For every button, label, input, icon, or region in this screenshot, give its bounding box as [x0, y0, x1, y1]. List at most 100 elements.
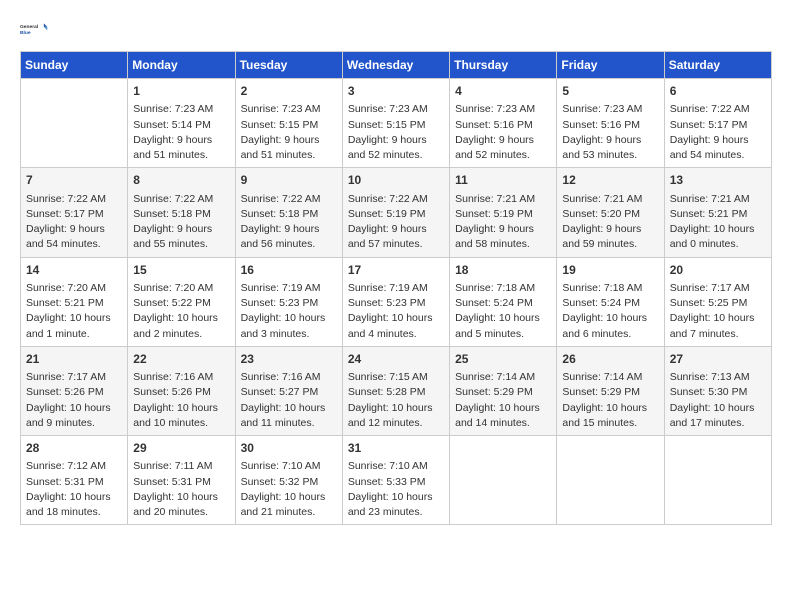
- calendar-cell: 21 Sunrise: 7:17 AM Sunset: 5:26 PM Dayli…: [21, 346, 128, 435]
- calendar-cell: 19 Sunrise: 7:18 AM Sunset: 5:24 PM Dayli…: [557, 257, 664, 346]
- calendar-cell: 1 Sunrise: 7:23 AM Sunset: 5:14 PM Daylig…: [128, 79, 235, 168]
- day-number: 27: [670, 351, 766, 368]
- day-info: Sunrise: 7:21 AM Sunset: 5:20 PM Dayligh…: [562, 192, 658, 253]
- calendar-cell: 13 Sunrise: 7:21 AM Sunset: 5:21 PM Dayli…: [664, 168, 771, 257]
- day-info: Sunrise: 7:18 AM Sunset: 5:24 PM Dayligh…: [455, 281, 551, 342]
- col-header-wednesday: Wednesday: [342, 52, 449, 79]
- day-number: 26: [562, 351, 658, 368]
- day-number: 31: [348, 440, 444, 457]
- calendar-cell: 7 Sunrise: 7:22 AM Sunset: 5:17 PM Daylig…: [21, 168, 128, 257]
- calendar-week-row: 28Sunrise: 7:12 AM Sunset: 5:31 PM Dayli…: [21, 436, 772, 525]
- day-info: Sunrise: 7:17 AM Sunset: 5:25 PM Dayligh…: [670, 281, 766, 342]
- day-info: Sunrise: 7:23 AM Sunset: 5:16 PM Dayligh…: [455, 102, 551, 163]
- calendar-cell: 20 Sunrise: 7:17 AM Sunset: 5:25 PM Dayli…: [664, 257, 771, 346]
- day-number: 30: [241, 440, 337, 457]
- calendar-table: SundayMondayTuesdayWednesdayThursdayFrid…: [20, 51, 772, 525]
- col-header-monday: Monday: [128, 52, 235, 79]
- calendar-cell: 15 Sunrise: 7:20 AM Sunset: 5:22 PM Dayli…: [128, 257, 235, 346]
- logo-icon: General Blue: [20, 15, 48, 43]
- day-number: 20: [670, 262, 766, 279]
- day-info: Sunrise: 7:10 AM Sunset: 5:32 PM Dayligh…: [241, 459, 337, 520]
- day-info: Sunrise: 7:22 AM Sunset: 5:19 PM Dayligh…: [348, 192, 444, 253]
- logo: General Blue: [20, 15, 48, 43]
- day-number: 1: [133, 83, 229, 100]
- day-info: Sunrise: 7:10 AM Sunset: 5:33 PM Dayligh…: [348, 459, 444, 520]
- day-info: Sunrise: 7:16 AM Sunset: 5:27 PM Dayligh…: [241, 370, 337, 431]
- calendar-cell: 5 Sunrise: 7:23 AM Sunset: 5:16 PM Daylig…: [557, 79, 664, 168]
- day-number: 23: [241, 351, 337, 368]
- day-number: 3: [348, 83, 444, 100]
- calendar-week-row: 14 Sunrise: 7:20 AM Sunset: 5:21 PM Dayli…: [21, 257, 772, 346]
- day-number: 4: [455, 83, 551, 100]
- calendar-cell: 25Sunrise: 7:14 AM Sunset: 5:29 PM Dayli…: [450, 346, 557, 435]
- day-number: 9: [241, 172, 337, 189]
- calendar-cell: 29Sunrise: 7:11 AM Sunset: 5:31 PM Dayli…: [128, 436, 235, 525]
- calendar-cell: 11Sunrise: 7:21 AM Sunset: 5:19 PM Dayli…: [450, 168, 557, 257]
- calendar-cell: [450, 436, 557, 525]
- day-info: Sunrise: 7:18 AM Sunset: 5:24 PM Dayligh…: [562, 281, 658, 342]
- calendar-cell: 27Sunrise: 7:13 AM Sunset: 5:30 PM Dayli…: [664, 346, 771, 435]
- calendar-cell: 17Sunrise: 7:19 AM Sunset: 5:23 PM Dayli…: [342, 257, 449, 346]
- calendar-cell: 26 Sunrise: 7:14 AM Sunset: 5:29 PM Dayli…: [557, 346, 664, 435]
- calendar-cell: 12 Sunrise: 7:21 AM Sunset: 5:20 PM Dayli…: [557, 168, 664, 257]
- day-info: Sunrise: 7:22 AM Sunset: 5:18 PM Dayligh…: [133, 192, 229, 253]
- day-number: 29: [133, 440, 229, 457]
- calendar-cell: 31 Sunrise: 7:10 AM Sunset: 5:33 PM Dayli…: [342, 436, 449, 525]
- calendar-cell: 23 Sunrise: 7:16 AM Sunset: 5:27 PM Dayli…: [235, 346, 342, 435]
- day-info: Sunrise: 7:19 AM Sunset: 5:23 PM Dayligh…: [241, 281, 337, 342]
- day-number: 16: [241, 262, 337, 279]
- calendar-cell: [664, 436, 771, 525]
- day-info: Sunrise: 7:16 AM Sunset: 5:26 PM Dayligh…: [133, 370, 229, 431]
- day-info: Sunrise: 7:20 AM Sunset: 5:22 PM Dayligh…: [133, 281, 229, 342]
- col-header-sunday: Sunday: [21, 52, 128, 79]
- day-info: Sunrise: 7:23 AM Sunset: 5:14 PM Dayligh…: [133, 102, 229, 163]
- calendar-cell: 2 Sunrise: 7:23 AM Sunset: 5:15 PM Daylig…: [235, 79, 342, 168]
- day-number: 7: [26, 172, 122, 189]
- day-number: 19: [562, 262, 658, 279]
- calendar-header-row: SundayMondayTuesdayWednesdayThursdayFrid…: [21, 52, 772, 79]
- col-header-saturday: Saturday: [664, 52, 771, 79]
- day-number: 28: [26, 440, 122, 457]
- page-header: General Blue: [20, 15, 772, 43]
- calendar-cell: 10Sunrise: 7:22 AM Sunset: 5:19 PM Dayli…: [342, 168, 449, 257]
- calendar-cell: 28Sunrise: 7:12 AM Sunset: 5:31 PM Dayli…: [21, 436, 128, 525]
- calendar-cell: 14 Sunrise: 7:20 AM Sunset: 5:21 PM Dayli…: [21, 257, 128, 346]
- day-number: 25: [455, 351, 551, 368]
- day-info: Sunrise: 7:23 AM Sunset: 5:16 PM Dayligh…: [562, 102, 658, 163]
- day-number: 22: [133, 351, 229, 368]
- day-number: 15: [133, 262, 229, 279]
- day-number: 14: [26, 262, 122, 279]
- calendar-week-row: 1 Sunrise: 7:23 AM Sunset: 5:14 PM Daylig…: [21, 79, 772, 168]
- day-info: Sunrise: 7:20 AM Sunset: 5:21 PM Dayligh…: [26, 281, 122, 342]
- day-number: 12: [562, 172, 658, 189]
- day-number: 8: [133, 172, 229, 189]
- day-info: Sunrise: 7:22 AM Sunset: 5:17 PM Dayligh…: [26, 192, 122, 253]
- day-number: 6: [670, 83, 766, 100]
- day-info: Sunrise: 7:23 AM Sunset: 5:15 PM Dayligh…: [348, 102, 444, 163]
- day-number: 13: [670, 172, 766, 189]
- day-number: 17: [348, 262, 444, 279]
- day-info: Sunrise: 7:23 AM Sunset: 5:15 PM Dayligh…: [241, 102, 337, 163]
- day-info: Sunrise: 7:22 AM Sunset: 5:18 PM Dayligh…: [241, 192, 337, 253]
- calendar-cell: 6Sunrise: 7:22 AM Sunset: 5:17 PM Daylig…: [664, 79, 771, 168]
- day-number: 21: [26, 351, 122, 368]
- calendar-week-row: 7 Sunrise: 7:22 AM Sunset: 5:17 PM Daylig…: [21, 168, 772, 257]
- day-number: 11: [455, 172, 551, 189]
- col-header-tuesday: Tuesday: [235, 52, 342, 79]
- calendar-cell: [21, 79, 128, 168]
- day-info: Sunrise: 7:21 AM Sunset: 5:21 PM Dayligh…: [670, 192, 766, 253]
- calendar-cell: [557, 436, 664, 525]
- calendar-week-row: 21 Sunrise: 7:17 AM Sunset: 5:26 PM Dayli…: [21, 346, 772, 435]
- day-info: Sunrise: 7:15 AM Sunset: 5:28 PM Dayligh…: [348, 370, 444, 431]
- day-number: 24: [348, 351, 444, 368]
- col-header-thursday: Thursday: [450, 52, 557, 79]
- calendar-cell: 16 Sunrise: 7:19 AM Sunset: 5:23 PM Dayli…: [235, 257, 342, 346]
- day-number: 5: [562, 83, 658, 100]
- day-number: 18: [455, 262, 551, 279]
- day-info: Sunrise: 7:14 AM Sunset: 5:29 PM Dayligh…: [562, 370, 658, 431]
- calendar-cell: 9 Sunrise: 7:22 AM Sunset: 5:18 PM Daylig…: [235, 168, 342, 257]
- calendar-cell: 4 Sunrise: 7:23 AM Sunset: 5:16 PM Daylig…: [450, 79, 557, 168]
- day-number: 2: [241, 83, 337, 100]
- calendar-cell: 24 Sunrise: 7:15 AM Sunset: 5:28 PM Dayli…: [342, 346, 449, 435]
- day-info: Sunrise: 7:17 AM Sunset: 5:26 PM Dayligh…: [26, 370, 122, 431]
